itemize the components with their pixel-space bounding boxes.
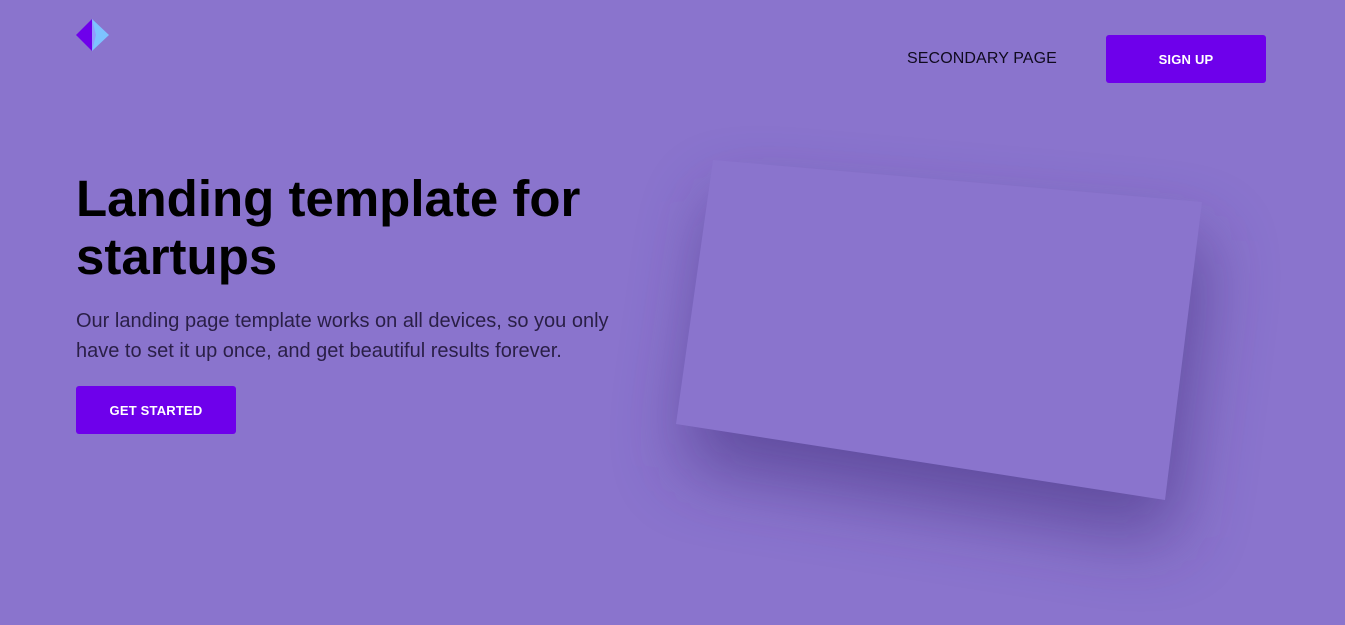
hero-media-card-surface [676, 160, 1202, 500]
get-started-button[interactable]: GET STARTED [76, 386, 236, 434]
hero-title: Landing template for startups [76, 170, 581, 285]
brand-logo-icon[interactable] [76, 19, 109, 51]
sign-up-button[interactable]: SIGN UP [1106, 35, 1266, 83]
hero-subtitle: Our landing page template works on all d… [76, 310, 609, 362]
nav-link-secondary-page[interactable]: SECONDARY PAGE [907, 50, 1057, 68]
